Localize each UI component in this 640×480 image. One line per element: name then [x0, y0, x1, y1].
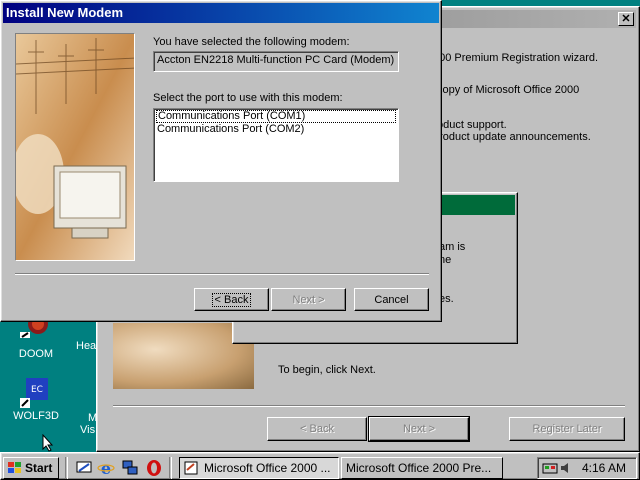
- wizard-back-button[interactable]: < Back: [267, 417, 367, 441]
- modem-dialog-titlebar: Install New Modem: [3, 3, 439, 23]
- wizard-text-line: oduct support.: [437, 119, 507, 131]
- port-list-item-com1[interactable]: Communications Port (COM1): [156, 110, 396, 123]
- install-new-modem-dialog[interactable]: Install New Modem You have selected the …: [0, 0, 442, 322]
- system-tray: 4:16 AM: [537, 457, 637, 479]
- desktop-icon-label: DOOM: [18, 348, 54, 360]
- taskbar-divider: [169, 457, 172, 479]
- start-button[interactable]: Start: [3, 457, 59, 479]
- task-button-office-2[interactable]: Microsoft Office 2000 Pre...: [341, 457, 503, 479]
- start-label: Start: [25, 461, 53, 475]
- wolf3d-icon: EC: [20, 376, 52, 408]
- wizard-text-line: product update announcements.: [433, 131, 591, 143]
- port-select-label: Select the port to use with this modem:: [153, 92, 343, 104]
- desktop-icon-wolf3d[interactable]: EC WOLF3D: [6, 376, 66, 422]
- modem-next-button[interactable]: Next >: [271, 288, 346, 311]
- register-later-button[interactable]: Register Later: [509, 417, 625, 441]
- wizard-text-line: 000 Premium Registration wizard.: [433, 52, 599, 64]
- svg-text:e: e: [101, 459, 111, 477]
- internet-explorer-icon[interactable]: e: [97, 459, 115, 478]
- modem-cancel-button[interactable]: Cancel: [354, 288, 429, 311]
- modem-tray-icon[interactable]: [542, 460, 558, 479]
- svg-text:EC: EC: [31, 385, 43, 395]
- speaker-icon[interactable]: [560, 461, 574, 478]
- modem-wizard-picture: [15, 33, 135, 261]
- windows-logo-icon: [7, 461, 23, 475]
- clock[interactable]: 4:16 AM: [582, 461, 626, 475]
- port-listbox[interactable]: Communications Port (COM1) Communication…: [153, 108, 399, 182]
- close-icon[interactable]: ✕: [618, 12, 634, 26]
- show-desktop-icon[interactable]: [75, 459, 93, 477]
- network-icon[interactable]: [121, 459, 139, 477]
- quick-launch-divider: [65, 457, 68, 479]
- modem-name-field: Accton EN2218 Multi-function PC Card (Mo…: [153, 51, 399, 72]
- office-task-icon: [184, 460, 200, 476]
- begin-instruction: To begin, click Next.: [278, 364, 376, 376]
- task-button-office-1[interactable]: Microsoft Office 2000 ...: [179, 457, 339, 479]
- port-list-item-com2[interactable]: Communications Port (COM2): [156, 123, 396, 136]
- wizard-text-line: copy of Microsoft Office 2000: [437, 84, 580, 96]
- wizard-next-button[interactable]: Next >: [368, 416, 470, 442]
- modem-dialog-separator: [15, 273, 429, 275]
- modem-back-button[interactable]: < Back: [194, 288, 269, 311]
- selected-modem-label: You have selected the following modem:: [153, 36, 350, 48]
- opera-icon[interactable]: [145, 459, 163, 477]
- taskbar: Start e Microsoft Office 2000 ... Micros…: [0, 452, 640, 480]
- registration-panel-line: am is: [439, 241, 466, 253]
- wizard-separator: [113, 405, 625, 407]
- desktop-icon-label: WOLF3D: [13, 410, 59, 422]
